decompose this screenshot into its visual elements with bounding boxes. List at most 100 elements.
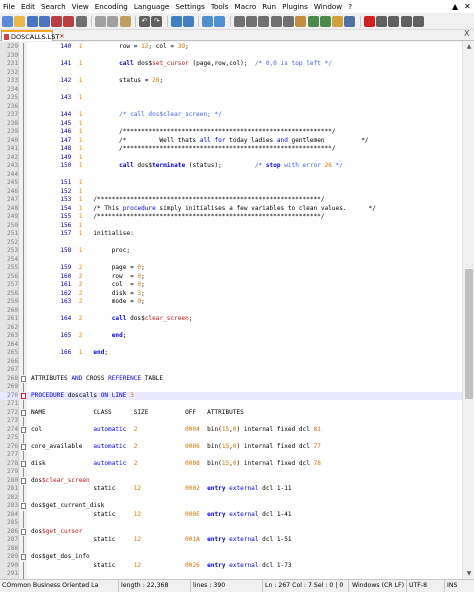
status-encoding[interactable]: UTF-8 xyxy=(407,580,445,592)
editor-line[interactable]: 267 xyxy=(0,366,462,375)
replace-icon[interactable] xyxy=(182,15,194,27)
editor-line[interactable]: 237 144 1 /* call dos$clear_screen; */ xyxy=(0,111,462,120)
editor-line[interactable]: 251 157 1 initialise: xyxy=(0,230,462,239)
editor-line[interactable]: 257 161 2 col = 0; xyxy=(0,281,462,290)
editor-line[interactable]: 280 dos$clear_screen xyxy=(0,477,462,486)
editor-line[interactable]: 245 151 1 xyxy=(0,179,462,188)
editor-line[interactable]: 279 xyxy=(0,468,462,477)
editor-line[interactable]: 258 162 2 disk = 3; xyxy=(0,289,462,298)
udl-icon[interactable] xyxy=(295,15,307,27)
editor-line[interactable]: 271 xyxy=(0,400,462,409)
fold-toggle-icon[interactable] xyxy=(21,477,26,484)
editor-line[interactable]: 286 dos$get_cursor xyxy=(0,528,462,537)
editor-line[interactable]: 238 145 1 xyxy=(0,119,462,128)
editor-line[interactable]: 252 xyxy=(0,238,462,247)
close-all-tabs-icon[interactable]: X xyxy=(464,29,469,38)
copy-icon[interactable] xyxy=(107,15,119,27)
editor-line[interactable]: 270 PROCEDURE doscalls ON LINE 3 xyxy=(0,391,462,400)
word-wrap-icon[interactable] xyxy=(258,15,270,27)
sync-v-icon[interactable] xyxy=(233,15,245,27)
cut-icon[interactable] xyxy=(95,15,107,27)
editor-line[interactable]: 261 164 2 call dos$clear_screen; xyxy=(0,315,462,324)
play-macro-icon[interactable] xyxy=(388,15,400,27)
editor-line[interactable]: 291 xyxy=(0,570,462,579)
save-macro-icon[interactable] xyxy=(412,15,424,27)
menu-run[interactable]: Run xyxy=(259,0,279,13)
new-file-icon[interactable] xyxy=(2,15,13,27)
all-chars-icon[interactable] xyxy=(270,15,282,27)
scrollbar-thumb[interactable] xyxy=(465,268,473,399)
fold-toggle-icon[interactable] xyxy=(21,554,26,560)
editor-line[interactable]: 275 xyxy=(0,434,462,443)
redo-icon[interactable]: ↷ xyxy=(151,15,163,27)
editor-line[interactable]: 229 140 1 row = 12; col = 39; xyxy=(0,43,462,52)
editor-line[interactable]: 246 152 1 xyxy=(0,187,462,196)
tab-close-icon[interactable]: ✕ xyxy=(59,33,64,40)
scroll-up-icon[interactable]: ▲ xyxy=(463,42,474,52)
editor-line[interactable]: 288 xyxy=(0,544,462,553)
run-macro-multi-icon[interactable] xyxy=(400,15,412,27)
editor-line[interactable]: 253 158 1 proc; xyxy=(0,247,462,256)
fold-toggle-icon[interactable] xyxy=(21,443,26,450)
indent-guide-icon[interactable] xyxy=(282,15,294,27)
fold-toggle-icon[interactable] xyxy=(21,426,26,433)
sync-h-icon[interactable] xyxy=(246,15,258,27)
editor-line[interactable]: 289 dos$get_dos_info xyxy=(0,553,462,562)
editor-line[interactable]: 287 static 12 001A entry external dcl 1-… xyxy=(0,536,462,545)
menu-file[interactable]: File xyxy=(0,0,18,13)
editor-line[interactable]: 277 xyxy=(0,451,462,460)
editor-line[interactable]: 268 ATTRIBUTES AND CROSS REFERENCE TABLE xyxy=(0,375,462,384)
monitor-icon[interactable] xyxy=(344,15,356,27)
fold-toggle-icon[interactable] xyxy=(21,375,26,382)
editor-line[interactable]: 266 xyxy=(0,357,462,366)
close-icon[interactable] xyxy=(51,15,63,27)
editor-line[interactable]: 230 xyxy=(0,51,462,60)
editor-line[interactable]: 241 148 1 /*****************************… xyxy=(0,145,462,154)
editor-line[interactable]: 235 143 1 xyxy=(0,94,462,103)
stop-macro-icon[interactable] xyxy=(376,15,388,27)
doc-map-icon[interactable] xyxy=(307,15,319,27)
editor-line[interactable]: 284 static 12 000E entry external dcl 1-… xyxy=(0,510,462,519)
scroll-down-icon[interactable]: ▼ xyxy=(463,569,474,579)
editor-line[interactable]: 247 153 1 /*****************************… xyxy=(0,196,462,205)
fold-toggle-icon[interactable] xyxy=(21,392,26,399)
editor-line[interactable]: 262 xyxy=(0,323,462,332)
tab-doscalls-lst[interactable]: DOSCALLS.LST ✕ xyxy=(1,30,64,41)
editor-line[interactable]: 269 xyxy=(0,383,462,392)
paste-icon[interactable] xyxy=(119,15,131,27)
menu-tools[interactable]: Tools xyxy=(208,0,232,13)
editor-line[interactable]: 274 col automatic 2 0004 bin(15,0) intern… xyxy=(0,426,462,435)
find-icon[interactable] xyxy=(170,15,182,27)
editor-line[interactable]: 276 core_available automatic 2 0006 bin(1… xyxy=(0,443,462,452)
editor-line[interactable]: 285 xyxy=(0,519,462,528)
editor-line[interactable]: 255 159 2 page = 0; xyxy=(0,264,462,273)
editor-line[interactable]: 265 166 1 end; xyxy=(0,349,462,358)
menu-window[interactable]: Window xyxy=(311,0,345,13)
editor-line[interactable]: 272 NAME CLASS SIZE OFF ATTRIBUTES xyxy=(0,409,462,418)
editor-line[interactable]: 283 dos$get_current_disk xyxy=(0,502,462,511)
editor-line[interactable]: 278 disk automatic 2 0008 bin(15,0) inter… xyxy=(0,460,462,469)
editor-line[interactable]: 256 160 2 row = 0; xyxy=(0,272,462,281)
save-icon[interactable] xyxy=(26,15,38,27)
editor-line[interactable]: 260 xyxy=(0,306,462,315)
editor-line[interactable]: 281 static 12 0002 entry external dcl 1-… xyxy=(0,485,462,494)
restore-window-icon[interactable]: ▲ xyxy=(452,0,458,13)
editor-line[interactable]: 282 xyxy=(0,493,462,502)
menu-encoding[interactable]: Encoding xyxy=(92,0,131,13)
print-icon[interactable] xyxy=(75,15,87,27)
editor-line[interactable]: 234 xyxy=(0,85,462,94)
fold-toggle-icon[interactable] xyxy=(21,503,26,509)
editor-line[interactable]: 264 xyxy=(0,340,462,349)
editor-line[interactable]: 259 163 2 mode = 0; xyxy=(0,298,462,307)
editor-line[interactable]: 236 xyxy=(0,102,462,111)
editor-line[interactable]: 244 xyxy=(0,170,462,179)
save-all-icon[interactable] xyxy=(38,15,50,27)
fold-toggle-icon[interactable] xyxy=(21,528,26,535)
editor-line[interactable]: 243 150 1 call dos$terminate (status); /… xyxy=(0,162,462,171)
editor-line[interactable]: 231 141 1 call dos$set_cursor (page,row,… xyxy=(0,60,462,69)
editor-line[interactable]: 240 147 1 /* Well thats all for today la… xyxy=(0,136,462,145)
fold-toggle-icon[interactable] xyxy=(21,460,26,467)
vertical-scrollbar[interactable]: ▲ ▼ xyxy=(462,42,474,579)
menu-edit[interactable]: Edit xyxy=(18,0,38,13)
undo-icon[interactable]: ↶ xyxy=(138,15,150,27)
